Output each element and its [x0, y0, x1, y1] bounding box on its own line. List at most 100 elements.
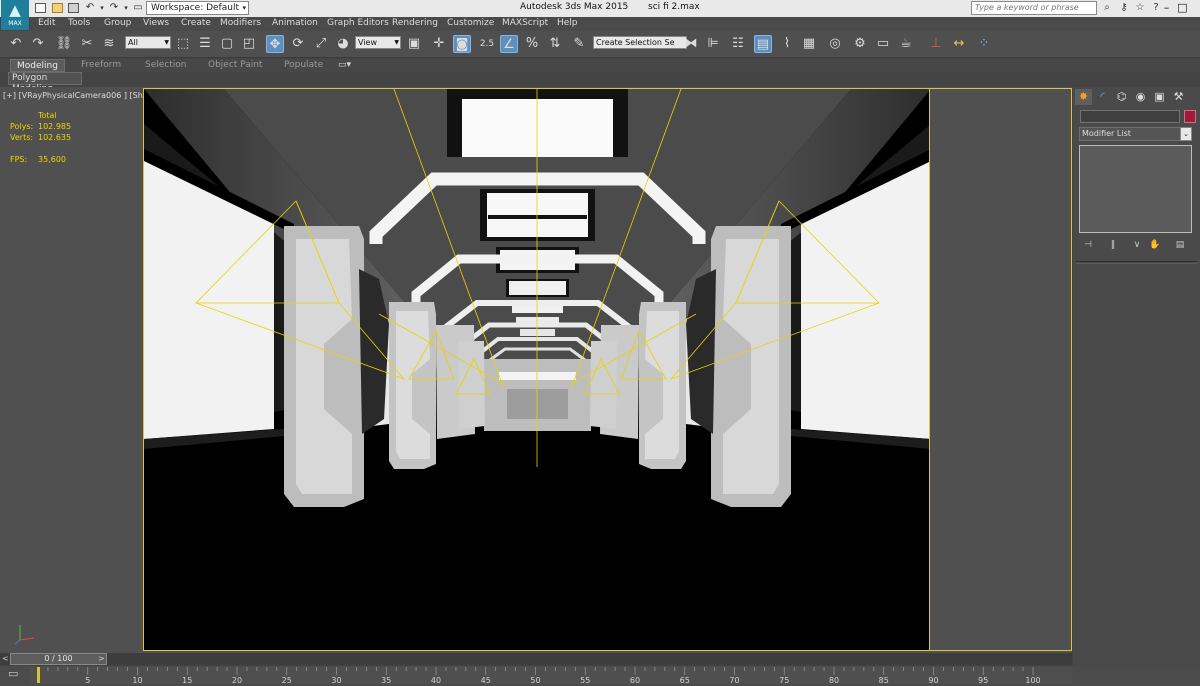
- project-folder-icon[interactable]: ▭: [132, 2, 144, 14]
- particle-view-icon[interactable]: ⁘: [975, 35, 993, 53]
- reference-coordinate-dropdown[interactable]: View ▼: [355, 36, 401, 49]
- modifier-stack[interactable]: [1079, 145, 1192, 233]
- workspace-dropdown[interactable]: Workspace: Default ▾: [146, 1, 249, 15]
- select-and-move-icon[interactable]: ✥: [266, 35, 284, 53]
- align-icon[interactable]: ⊫: [704, 35, 722, 53]
- tab-object-paint[interactable]: Object Paint: [208, 60, 262, 70]
- remove-modifier-icon[interactable]: ✋: [1148, 239, 1162, 251]
- named-selection-dropdown[interactable]: Create Selection Se: [593, 36, 687, 49]
- redo-icon[interactable]: ↷: [29, 35, 47, 53]
- time-slider-thumb[interactable]: 0 / 100: [10, 653, 107, 665]
- redo-dropdown-icon[interactable]: ▾: [120, 2, 132, 14]
- show-end-result-icon[interactable]: ‖: [1106, 239, 1120, 251]
- configure-sets-icon[interactable]: ▤: [1173, 239, 1187, 251]
- menu-rendering[interactable]: Rendering: [392, 18, 438, 28]
- pivot-center-icon[interactable]: ▣: [405, 35, 423, 53]
- object-color-swatch[interactable]: [1184, 110, 1196, 123]
- unlink-selection-icon[interactable]: ✂: [78, 35, 96, 53]
- object-name-field[interactable]: [1080, 110, 1180, 123]
- chevron-down-icon: ▼: [394, 39, 399, 46]
- redo-icon[interactable]: ↷: [108, 2, 120, 14]
- time-slider[interactable]: < 0 / 100 >: [0, 653, 1072, 665]
- edit-named-selection-icon[interactable]: ✎: [570, 35, 588, 53]
- rendered-frame-window-icon[interactable]: ▭: [874, 35, 892, 53]
- camera-viewport[interactable]: [143, 88, 930, 651]
- snaps-toggle-icon[interactable]: 2.5: [478, 35, 496, 53]
- save-icon[interactable]: [68, 3, 79, 13]
- menu-group[interactable]: Group: [104, 18, 131, 28]
- key-icon[interactable]: ⚷: [1118, 2, 1130, 14]
- menu-edit[interactable]: Edit: [38, 18, 55, 28]
- menu-views[interactable]: Views: [143, 18, 169, 28]
- select-by-name-icon[interactable]: ☰: [196, 35, 214, 53]
- pin-stack-icon[interactable]: ⊣: [1081, 239, 1095, 251]
- measure-distance-icon[interactable]: ↔: [950, 35, 968, 53]
- menu-animation[interactable]: Animation: [272, 18, 318, 28]
- select-and-scale-icon[interactable]: ⤢: [312, 35, 330, 53]
- mirror-icon[interactable]: ⧓: [682, 35, 700, 53]
- layer-manager-icon[interactable]: ☷: [729, 35, 747, 53]
- select-and-manipulate-icon[interactable]: ✛: [430, 35, 448, 53]
- tab-modeling[interactable]: Modeling: [10, 59, 65, 72]
- keyboard-shortcut-override-icon[interactable]: ◙: [453, 35, 471, 53]
- open-file-icon[interactable]: [52, 3, 63, 13]
- select-object-icon[interactable]: ⬚: [174, 35, 192, 53]
- track-tick-label: 55: [580, 676, 590, 685]
- new-file-icon[interactable]: [35, 3, 46, 13]
- polys-label: Polys:: [10, 122, 34, 131]
- menu-maxscript[interactable]: MAXScript: [502, 18, 548, 28]
- menu-modifiers[interactable]: Modifiers: [220, 18, 261, 28]
- render-production-icon[interactable]: ☕: [897, 35, 915, 53]
- make-unique-icon[interactable]: ∨: [1130, 239, 1144, 251]
- schematic-view-icon[interactable]: ▦: [800, 35, 818, 53]
- maximize-icon[interactable]: □: [1176, 0, 1189, 17]
- tab-freeform[interactable]: Freeform: [81, 60, 121, 70]
- polygon-modeling-panel[interactable]: Polygon Modeling: [8, 72, 82, 94]
- render-setup-icon[interactable]: ⚙: [851, 35, 869, 53]
- window-crossing-icon[interactable]: ◰: [240, 35, 258, 53]
- app-menu-button[interactable]: ▲ MAX: [1, 0, 29, 30]
- angle-snap-icon[interactable]: ∠: [500, 35, 518, 53]
- menu-customize[interactable]: Customize: [447, 18, 494, 28]
- minimize-icon[interactable]: –: [1160, 0, 1173, 17]
- selection-filter-dropdown[interactable]: All ▼: [125, 36, 171, 49]
- modifier-list-dropdown[interactable]: Modifier List: [1079, 127, 1192, 141]
- material-editor-icon[interactable]: ◎: [826, 35, 844, 53]
- modify-tab-icon[interactable]: ◜: [1094, 89, 1111, 105]
- rectangular-selection-icon[interactable]: ▢: [218, 35, 236, 53]
- undo-icon[interactable]: ↶: [84, 2, 96, 14]
- create-tab-icon[interactable]: ✸: [1075, 89, 1092, 105]
- tab-selection[interactable]: Selection: [145, 60, 186, 70]
- motion-tab-icon[interactable]: ◉: [1132, 89, 1149, 105]
- track-tick-label: 65: [680, 676, 690, 685]
- select-and-link-icon[interactable]: ⛓: [55, 35, 73, 53]
- next-frame-icon[interactable]: >: [98, 654, 108, 664]
- chevron-down-icon[interactable]: ⌄: [1180, 127, 1192, 141]
- menu-help[interactable]: Help: [557, 18, 578, 28]
- undo-dropdown-icon[interactable]: ▾: [96, 2, 108, 14]
- hierarchy-tab-icon[interactable]: ⌬: [1113, 89, 1130, 105]
- ribbon-options-icon[interactable]: ▭▾: [338, 60, 351, 70]
- menu-graph-editors[interactable]: Graph Editors: [327, 18, 389, 28]
- bind-to-space-warp-icon[interactable]: ≋: [100, 35, 118, 53]
- tab-populate[interactable]: Populate: [284, 60, 323, 70]
- star-icon[interactable]: ☆: [1134, 2, 1146, 14]
- civil-view-icon[interactable]: ⊥: [927, 35, 945, 53]
- verts-label: Verts:: [10, 133, 34, 142]
- select-and-rotate-icon[interactable]: ⟳: [289, 35, 307, 53]
- menu-tools[interactable]: Tools: [68, 18, 90, 28]
- percent-snap-icon[interactable]: %: [523, 35, 541, 53]
- select-and-place-icon[interactable]: ◕: [334, 35, 352, 53]
- graphite-ribbon-icon[interactable]: ▤: [754, 35, 772, 53]
- track-tick-label: 90: [928, 676, 938, 685]
- utilities-tab-icon[interactable]: ⚒: [1170, 89, 1187, 105]
- display-tab-icon[interactable]: ▣: [1151, 89, 1168, 105]
- curve-editor-icon[interactable]: ⌇: [778, 35, 796, 53]
- search-binoculars-icon[interactable]: ⌕: [1101, 2, 1113, 14]
- search-input[interactable]: Type a keyword or phrase: [971, 1, 1097, 15]
- menu-create[interactable]: Create: [181, 18, 211, 28]
- track-bar[interactable]: ▭ 5 10 15 20 25 30 35 40 45 50 55 60 65 70 75 80 85 90 95 1…: [0, 666, 1200, 686]
- undo-icon[interactable]: ↶: [7, 35, 25, 53]
- current-frame-marker[interactable]: [37, 667, 40, 683]
- spinner-snap-icon[interactable]: ⇅: [546, 35, 564, 53]
